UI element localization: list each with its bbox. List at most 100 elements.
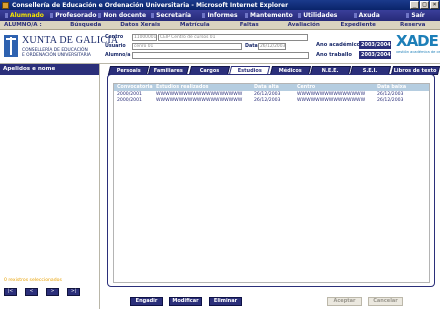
xade-mark: XADE [396,32,439,50]
submenu-expediente[interactable]: Expediente [331,22,386,28]
menu-secretaria[interactable]: Secretaría [147,12,196,19]
record-navigation: |< < > >| [4,288,80,296]
usuario-label: Usuario [105,43,126,49]
ie-icon [2,1,9,9]
menu-alumnado[interactable]: Alumnado [0,12,49,19]
xade-subtitle: xestión académica de centros [396,50,440,54]
ano-academico-row: Ano académico 2003/2004 [316,41,391,49]
first-record-button[interactable]: |< [4,288,17,296]
menu-mantemento[interactable]: Mantemento [244,12,293,19]
alumno-label: Alumno/a [105,52,131,58]
usuario-row: Usuario cenro 01 Data 26/12/2003 [105,42,286,50]
title-bar: Consellería de Educación e Ordenación Un… [0,0,440,10]
submenu-datos-xerais[interactable]: Datos Xerais [113,22,168,28]
close-button[interactable]: × [430,1,439,9]
cell-data-baixa: 26/12/2003 [377,98,404,103]
column-convocatoria[interactable]: Convocatoria [117,84,153,91]
menu-indicator-icon [151,13,155,18]
menu-non-docente[interactable]: Non docente [98,12,147,19]
app-window: Consellería de Educación e Ordenación Un… [0,0,440,309]
ano-traballo-value: 2003/2004 [359,51,391,59]
main-panel: Persoais Familiares Cargos Estudios Médi… [101,64,440,309]
department-line-2: E ORDENACIÓN UNIVERSITARIA [22,53,91,58]
menu-axuda[interactable]: Axuda [342,12,391,19]
minimize-button[interactable]: _ [410,1,419,9]
header: XUNTA DE GALICIA CONSELLERÍA DE EDUCACIÓ… [0,30,440,64]
grid-header: Convocatoria Estudios realizados Data al… [114,84,429,91]
menu-utilidades[interactable]: Utilidades [293,12,342,19]
menu-label: Axuda [358,12,380,19]
menu-indicator-icon [98,13,102,18]
centro-name-field: CEIP Centro de cursos 01 [158,33,308,41]
alumno-row: Alumno/a [105,51,309,59]
menu-label: Secretaría [156,12,192,19]
menu-indicator-icon [202,13,206,18]
xunta-logo: XUNTA DE GALICIA CONSELLERÍA DE EDUCACIÓ… [4,33,118,61]
cell-convocatoria: 2000/2001 [117,98,142,103]
data-label: Data [245,43,258,49]
last-record-button[interactable]: >| [67,288,80,296]
menu-label: Utilidades [303,12,338,19]
ano-traballo-label: Ano traballo [316,52,352,58]
window-controls: _ □ × [410,1,439,9]
submenu-reserva[interactable]: Reserva [386,22,440,28]
column-estudios-realizados[interactable]: Estudios realizados [156,84,209,91]
menu-indicator-icon [406,13,410,18]
estudios-content: Convocatoria Estudios realizados Data al… [107,74,435,287]
modificar-button[interactable]: Modificar [169,297,202,306]
xunta-emblem-icon [4,35,18,57]
sub-menu: ALUMNO/A : Búsqueda Datos Xerais Matrícu… [0,21,440,30]
centro-label: Centro [105,34,124,40]
menu-indicator-icon [4,13,8,18]
engadir-button[interactable]: Engadir [130,297,163,306]
submenu-faltas[interactable]: Faltas [222,22,277,28]
menu-indicator-icon [353,13,357,18]
submenu-busqueda[interactable]: Búsqueda [59,22,114,28]
menu-sair[interactable]: Saír [391,12,440,19]
column-data-alta[interactable]: Data alta [254,84,279,91]
maximize-button[interactable]: □ [420,1,429,9]
ano-traballo-row: Ano traballo 2003/2004 [316,51,391,59]
previous-record-button[interactable]: < [25,288,38,296]
student-list-panel: Apelidos e nome 0 rexistros seleccionado… [0,64,100,309]
aceptar-button[interactable]: Aceptar [327,297,362,306]
menu-indicator-icon [298,13,302,18]
window-title: Consellería de Educación e Ordenación Un… [12,1,289,9]
student-list-header: Apelidos e nome [0,64,99,75]
submenu-matricula[interactable]: Matrícula [168,22,223,28]
brand-name: XUNTA DE GALICIA [22,35,119,46]
menu-label: Alumnado [9,12,44,19]
year-info: Ano académico 2003/2004 Ano traballo 200… [316,41,394,61]
department-name: CONSELLERÍA DE EDUCACIÓN E ORDENACIÓN UN… [22,48,91,58]
column-data-baixa[interactable]: Data baixa [377,84,406,91]
ano-academico-label: Ano académico [316,42,361,48]
usuario-field: cenro 01 [132,42,242,50]
eliminar-button[interactable]: Eliminar [209,297,242,306]
table-row[interactable]: 2000/2001 WWWWWWWWWWWWWWWWWWW 26/12/2003… [114,98,429,104]
cell-estudios-realizados: WWWWWWWWWWWWWWWWWWW [156,98,243,103]
menu-profesorado[interactable]: Profesorado [49,12,98,19]
menu-label: Mantemento [249,12,293,19]
xade-logo: XADE xestión académica de centros [396,32,440,61]
data-field: 26/12/2003 [258,42,286,50]
cell-centro: WWWWWWWWWWWWWWW [297,98,366,103]
column-centro[interactable]: Centro [297,84,315,91]
cell-data-alta: 26/12/2003 [254,98,281,103]
submenu-alumno-label: ALUMNO/A : [4,22,42,28]
menu-label: Informes [207,12,238,19]
menu-label: Profesorado [55,12,97,19]
main-menu: Alumnado Profesorado Non docente Secreta… [0,10,440,21]
estudios-grid: Convocatoria Estudios realizados Data al… [113,83,430,283]
cancelar-button[interactable]: Cancelar [368,297,403,306]
centro-row: Centro 11000001 CEIP Centro de cursos 01 [105,33,308,41]
centro-code-field: 11000001 [132,33,157,41]
menu-indicator-icon [50,13,54,18]
submenu-avaliacion[interactable]: Avaliación [277,22,332,28]
ano-academico-value: 2003/2004 [359,41,391,49]
menu-label: Saír [411,12,425,19]
menu-informes[interactable]: Informes [196,12,245,19]
menu-label: Non docente [103,12,147,19]
next-record-button[interactable]: > [46,288,59,296]
alumno-field [132,51,309,59]
menu-indicator-icon [244,13,248,18]
